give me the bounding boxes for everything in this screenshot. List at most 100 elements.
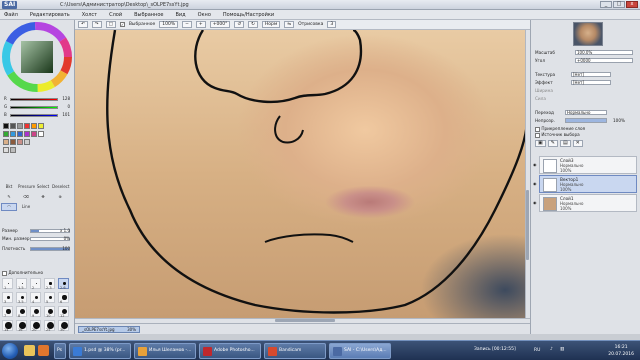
stabilizer-select[interactable]: 3 — [327, 21, 337, 28]
selection-checkbox[interactable]: ✓ — [119, 22, 125, 27]
brush-size-cell[interactable]: 20 — [30, 320, 41, 332]
redo-button[interactable]: ↷ — [91, 21, 102, 28]
layer-item[interactable]: ◉ Слой3 Нормально 100% — [533, 156, 637, 174]
blue-slider[interactable]: B 101 — [4, 113, 70, 117]
visibility-icon[interactable]: ◉ — [533, 181, 538, 186]
normal-view-button[interactable]: Норм — [261, 21, 281, 28]
swatch[interactable] — [17, 139, 23, 145]
green-slider[interactable]: G 0 — [4, 105, 70, 109]
pen-icon[interactable]: ✎ — [1, 193, 17, 201]
swatch[interactable] — [24, 139, 30, 145]
color-wheel[interactable] — [0, 20, 75, 94]
red-slider[interactable]: R 128 — [4, 97, 70, 101]
brush-size-cell[interactable]: 6 — [58, 292, 69, 304]
swatch[interactable] — [10, 131, 16, 137]
tool-select[interactable]: Select — [35, 183, 51, 191]
brush-size-cell[interactable]: 5 — [44, 292, 55, 304]
visibility-icon[interactable]: ◉ — [533, 162, 538, 167]
navigator-preview[interactable] — [573, 22, 603, 46]
density-property[interactable]: Плотность 100 — [2, 246, 72, 252]
menu-view[interactable]: Вид — [175, 12, 185, 18]
zoom-out-button[interactable]: − — [182, 21, 192, 28]
brush-size-cell[interactable]: 2 — [30, 278, 41, 290]
network-icon[interactable]: ▥ — [560, 347, 564, 352]
swatch[interactable] — [3, 139, 9, 145]
document-tab[interactable]: _sOLPE7ssYt.jpg 30% — [78, 326, 140, 333]
swatch[interactable] — [10, 139, 16, 145]
brush-size-cell[interactable]: 2.3 — [44, 278, 55, 290]
deselect-button[interactable]: □ — [105, 21, 116, 28]
menu-help-settings[interactable]: Помощь/Настройки — [223, 12, 274, 18]
tool-deselect[interactable]: Deselect — [52, 183, 69, 191]
new-folder-button[interactable]: ▤ — [559, 140, 571, 147]
brush-size-cell[interactable]: 1 — [2, 278, 13, 290]
rotation-field[interactable]: +000° — [209, 21, 231, 28]
texture-row[interactable]: Текстура [Нет] — [535, 72, 637, 78]
swatch[interactable] — [31, 123, 37, 129]
swatch[interactable] — [31, 131, 37, 137]
menu-file[interactable]: Файл — [4, 12, 18, 18]
brush-size-cell[interactable]: 9 — [30, 306, 41, 318]
delete-layer-button[interactable]: ✕ — [572, 140, 583, 147]
min-size-property[interactable]: Мин. размер 0% — [2, 236, 72, 242]
menu-selection[interactable]: Выбранное — [134, 12, 163, 18]
opacity-row[interactable]: Непрозр. 100% — [535, 118, 637, 124]
swatch[interactable] — [38, 123, 44, 129]
taskbar-item[interactable]: Ps — [54, 343, 66, 359]
brush-size-cell[interactable]: 25 — [44, 320, 55, 332]
brush-size-cell[interactable]: 7 — [2, 306, 13, 318]
scroll-thumb[interactable] — [275, 319, 335, 322]
effect-row[interactable]: Эффект [Нет] — [535, 80, 637, 86]
brush-size-cell[interactable]: 3.5 — [16, 292, 27, 304]
visibility-icon[interactable]: ◉ — [533, 200, 538, 205]
menu-canvas[interactable]: Холст — [82, 12, 97, 18]
clock[interactable]: 16:21 20.07.2016 — [608, 344, 634, 358]
angle-row[interactable]: Угол +0000 — [535, 58, 637, 64]
layer-item[interactable]: ◉ Слой1 Нормально 100% — [533, 194, 637, 212]
zoom-row[interactable]: Масштаб 100.0% — [535, 50, 637, 56]
new-layer-button[interactable]: ▣ — [535, 140, 546, 147]
layer-item-selected[interactable]: ◉ Вектор1 Нормально 100% — [533, 175, 637, 193]
menu-window[interactable]: Окно — [198, 12, 211, 18]
rotate-right-button[interactable]: ↻ — [248, 21, 258, 28]
pick-icon[interactable]: ⊕ — [52, 193, 68, 201]
blend-mode-row[interactable]: Переход Нормально — [535, 110, 637, 116]
swatch[interactable] — [10, 147, 16, 153]
brush-size-cell[interactable]: 8 — [16, 306, 27, 318]
brush-size-cell[interactable]: 14 — [2, 320, 13, 332]
brush-size-cell[interactable]: 30 — [58, 320, 69, 332]
taskbar-item[interactable]: Bandicam — [264, 343, 326, 359]
swatch[interactable] — [3, 147, 9, 153]
media-player-icon[interactable] — [38, 345, 49, 356]
move-icon[interactable]: ✥ — [35, 193, 51, 201]
brush-size-cell[interactable]: 1.5 — [16, 278, 27, 290]
eraser-icon[interactable]: ⌫ — [18, 193, 34, 201]
taskbar-item[interactable]: Илья Шеламов -... — [134, 343, 196, 359]
brush-size-cell[interactable]: 10 — [44, 306, 55, 318]
swatch[interactable] — [10, 123, 16, 129]
swatch[interactable] — [24, 131, 30, 137]
brush-size-cell[interactable]: 2.6 — [58, 278, 69, 290]
zoom-in-button[interactable]: + — [195, 21, 206, 28]
curve-icon[interactable]: ⌒ — [1, 203, 17, 211]
swatch[interactable] — [3, 131, 9, 137]
tool-bucket[interactable]: Bkt — [1, 183, 17, 191]
flip-button[interactable]: ⇋ — [284, 21, 295, 28]
selection-source-toggle[interactable]: Источник выбора — [535, 132, 637, 138]
taskbar-item[interactable]: SAI - C:\Users\Ад... — [329, 343, 391, 359]
swatch[interactable] — [24, 123, 30, 129]
explorer-icon[interactable] — [24, 345, 35, 356]
start-button[interactable] — [2, 343, 18, 359]
brush-size-cell[interactable]: 12 — [58, 306, 69, 318]
swatch[interactable] — [17, 123, 23, 129]
language-indicator[interactable]: RU — [534, 348, 540, 353]
swatch[interactable] — [17, 131, 23, 137]
close-button[interactable]: x — [626, 1, 638, 8]
drawing-canvas[interactable] — [75, 30, 530, 320]
tool-line[interactable]: Line — [18, 203, 34, 211]
maximize-button[interactable]: □ — [613, 1, 625, 8]
brush-size-cell[interactable]: 4 — [30, 292, 41, 304]
swatch[interactable] — [3, 123, 9, 129]
menu-layer[interactable]: Слой — [109, 12, 122, 18]
volume-icon[interactable]: ♪ — [550, 347, 553, 352]
